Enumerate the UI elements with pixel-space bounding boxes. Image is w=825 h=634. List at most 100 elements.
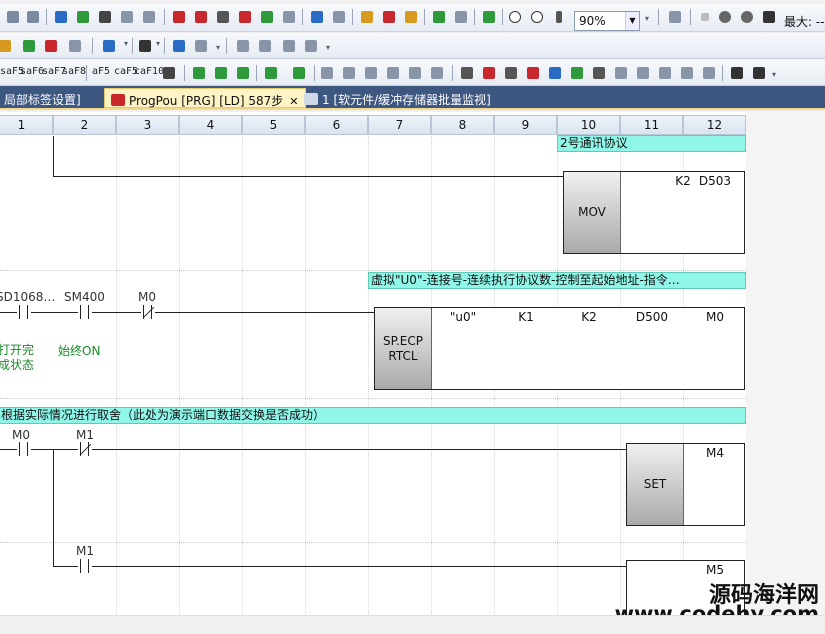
grid-alt-icon[interactable] bbox=[256, 37, 274, 55]
fit-width-icon[interactable] bbox=[550, 8, 568, 26]
convert-all-icon[interactable] bbox=[452, 8, 470, 26]
device-batch-icon[interactable] bbox=[502, 64, 520, 82]
toolbar-separator bbox=[690, 9, 691, 25]
rung3-comment[interactable]: 根据实际情况进行取舍（此处为演示端口数据交换是否成功） bbox=[0, 407, 746, 424]
outdent-icon[interactable] bbox=[700, 64, 718, 82]
line-erase-icon[interactable] bbox=[290, 64, 308, 82]
toolbar-overflow-icon[interactable]: ▾ bbox=[772, 71, 778, 82]
func-key-safe8[interactable]: saF8 bbox=[62, 66, 86, 77]
monitor-stop-icon[interactable] bbox=[192, 8, 210, 26]
contact-sd1068[interactable] bbox=[17, 305, 31, 319]
chevron-down-icon[interactable]: ▼ bbox=[625, 12, 639, 30]
rising-edge-icon[interactable] bbox=[190, 64, 208, 82]
toolbar-overflow-icon[interactable]: ▾ bbox=[216, 44, 222, 55]
online-change-icon[interactable] bbox=[118, 8, 136, 26]
contact-m0-nc[interactable] bbox=[141, 305, 155, 319]
zoom-out-icon[interactable] bbox=[528, 8, 546, 26]
stop-square-icon[interactable] bbox=[696, 8, 714, 26]
column-header-10: 10 bbox=[557, 115, 620, 135]
flag-alt-icon[interactable] bbox=[750, 64, 768, 82]
connect-icon[interactable] bbox=[480, 64, 498, 82]
contact-m1-nc[interactable] bbox=[78, 442, 92, 456]
monitor-pause-icon[interactable] bbox=[280, 8, 298, 26]
edit-mode-icon[interactable] bbox=[0, 37, 14, 55]
line-draw-icon[interactable] bbox=[262, 64, 280, 82]
label-icon[interactable] bbox=[406, 64, 424, 82]
device-display-icon[interactable] bbox=[100, 37, 118, 55]
contact-m1[interactable] bbox=[78, 559, 92, 573]
convert-icon[interactable] bbox=[430, 8, 448, 26]
tab-batch-monitor[interactable]: 1 [软元件/缓冲存储器批量监视] bbox=[298, 88, 497, 108]
statement-icon[interactable] bbox=[192, 37, 210, 55]
grid-icon[interactable] bbox=[234, 37, 252, 55]
simulation-stop-icon[interactable] bbox=[330, 8, 348, 26]
note-icon[interactable] bbox=[428, 64, 446, 82]
ladder-view-icon[interactable] bbox=[480, 8, 498, 26]
search-rung-icon[interactable] bbox=[362, 64, 380, 82]
tree-icon[interactable] bbox=[302, 37, 320, 55]
redo-icon[interactable] bbox=[24, 8, 42, 26]
layout-icon[interactable] bbox=[666, 8, 684, 26]
comment-display-icon[interactable] bbox=[136, 37, 154, 55]
device-list-icon[interactable] bbox=[568, 64, 586, 82]
write-to-plc-icon[interactable] bbox=[74, 8, 92, 26]
set-instruction-block[interactable]: SET M4 bbox=[626, 443, 745, 526]
tab-local-label-settings[interactable]: 局部标签设置] bbox=[0, 88, 87, 108]
toolbar-overflow-icon[interactable]: ▾ bbox=[645, 15, 651, 26]
bracket-icon[interactable] bbox=[318, 64, 336, 82]
check-edit-icon[interactable] bbox=[20, 37, 38, 55]
mov-instruction-block[interactable]: MOV K2 D503 bbox=[563, 171, 745, 254]
contact-m0[interactable] bbox=[17, 442, 31, 456]
flag-icon[interactable] bbox=[728, 64, 746, 82]
cross-reference-icon[interactable] bbox=[402, 8, 420, 26]
device-search-icon[interactable] bbox=[546, 64, 564, 82]
func-key-safe6[interactable]: saF6 bbox=[20, 66, 44, 77]
contact-sm400[interactable] bbox=[78, 305, 92, 319]
instruction-icon[interactable] bbox=[160, 64, 178, 82]
table-icon[interactable] bbox=[280, 37, 298, 55]
contact-sm400-comment: 始终ON bbox=[58, 344, 101, 358]
simulation-start-icon[interactable] bbox=[308, 8, 326, 26]
remote-operation-icon[interactable] bbox=[140, 8, 158, 26]
chevron-down-icon[interactable]: ▾ bbox=[156, 40, 162, 51]
rung2-comment[interactable]: 虚拟"U0"-连接号-连续执行协议数-控制至起始地址-指令… bbox=[368, 272, 746, 289]
chevron-down-icon[interactable]: ▾ bbox=[124, 40, 130, 51]
align-icon[interactable] bbox=[612, 64, 630, 82]
sp-ecprtcl-instruction-block[interactable]: SP.ECP RTCL "u0" K1 K2 D500 M0 bbox=[374, 307, 745, 390]
check-all-circle-icon[interactable] bbox=[738, 8, 756, 26]
tool-icon[interactable] bbox=[66, 37, 84, 55]
monitor-start-icon[interactable] bbox=[170, 8, 188, 26]
tab-progpou[interactable]: ProgPou [PRG] [LD] 587步 ✕ bbox=[104, 88, 306, 108]
falling-edge-icon[interactable] bbox=[212, 64, 230, 82]
indent-icon[interactable] bbox=[678, 64, 696, 82]
ladder-editor[interactable]: 1 2 3 4 5 6 7 8 9 10 11 12 2号通讯协议 MOV K2… bbox=[0, 112, 825, 615]
switch-xy-icon[interactable] bbox=[42, 37, 60, 55]
toolbar-overflow-icon[interactable]: ▾ bbox=[326, 44, 332, 55]
toolbar-separator bbox=[86, 65, 87, 81]
toolbar-separator bbox=[502, 9, 503, 25]
list-icon[interactable] bbox=[634, 64, 652, 82]
verify-plc-icon[interactable] bbox=[96, 8, 114, 26]
sp-ecprtcl-operand-k2: K2 bbox=[581, 310, 597, 324]
device-edit-icon[interactable] bbox=[524, 64, 542, 82]
batch-monitor-icon[interactable] bbox=[258, 8, 276, 26]
outline-icon[interactable] bbox=[656, 64, 674, 82]
rung1-comment[interactable]: 2号通讯协议 bbox=[557, 135, 746, 152]
read-from-plc-icon[interactable] bbox=[52, 8, 70, 26]
zoom-in-icon[interactable] bbox=[506, 8, 524, 26]
download-icon[interactable] bbox=[760, 8, 778, 26]
structure-icon[interactable] bbox=[590, 64, 608, 82]
copy-rung-icon[interactable] bbox=[340, 64, 358, 82]
check-circle-icon[interactable] bbox=[716, 8, 734, 26]
zoom-select[interactable]: 90% ▼ bbox=[574, 11, 640, 31]
branch-icon[interactable] bbox=[458, 64, 476, 82]
search-window-icon[interactable] bbox=[170, 37, 188, 55]
find-device-icon[interactable] bbox=[358, 8, 376, 26]
invert-icon[interactable] bbox=[234, 64, 252, 82]
device-monitor-icon[interactable] bbox=[236, 8, 254, 26]
replace-device-icon[interactable] bbox=[380, 8, 398, 26]
func-key-af5[interactable]: aF5 bbox=[92, 66, 110, 77]
monitor-write-icon[interactable] bbox=[214, 8, 232, 26]
undo-icon[interactable] bbox=[4, 8, 22, 26]
search-device-icon[interactable] bbox=[384, 64, 402, 82]
